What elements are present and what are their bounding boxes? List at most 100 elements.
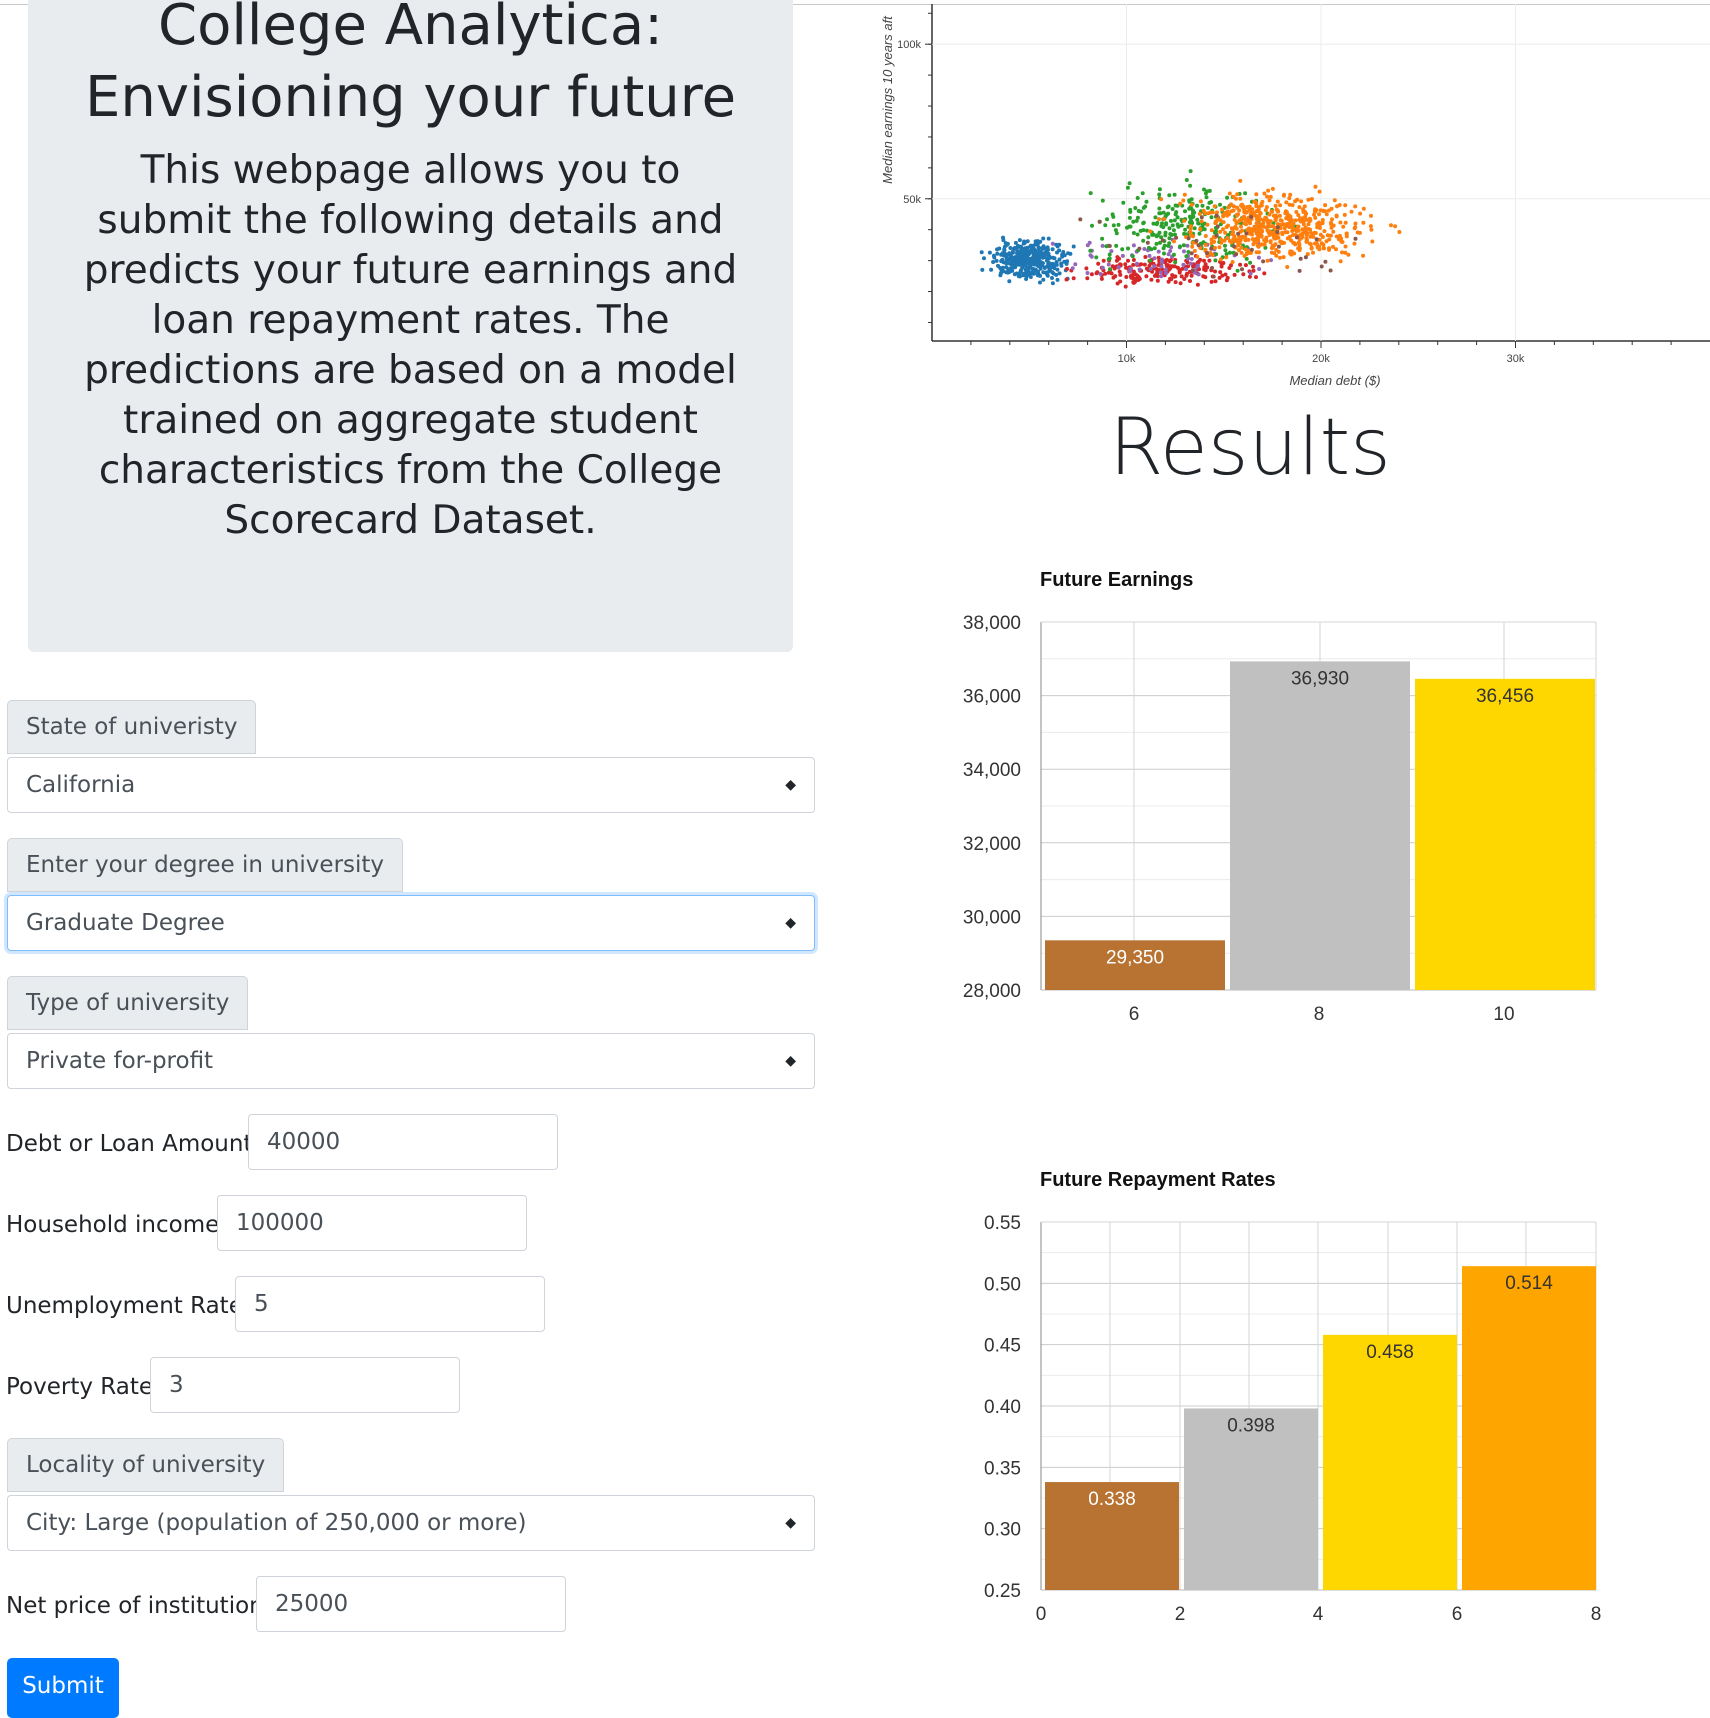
scatter-point <box>1040 255 1045 260</box>
scatter-point <box>1189 218 1194 223</box>
scatter-point <box>1018 254 1023 259</box>
scatter-point <box>1136 209 1141 213</box>
y-tick-label: 0.25 <box>984 1581 1021 1602</box>
scatter-point <box>1269 209 1274 214</box>
bar-value-label: 0.398 <box>1227 1415 1275 1436</box>
scatter-point <box>1338 259 1343 264</box>
scatter-point <box>1215 224 1220 229</box>
scatter-point <box>1224 225 1229 230</box>
scatter-point <box>1324 239 1329 244</box>
scatter-point <box>1190 244 1195 249</box>
scatter-point <box>1202 227 1207 232</box>
scatter-point <box>1244 210 1249 215</box>
scatter-point <box>1028 275 1033 279</box>
scatter-point <box>1205 205 1210 210</box>
scatter-point <box>1268 219 1273 224</box>
type-select[interactable]: Private for-profit ◆ <box>7 1033 815 1089</box>
scatter-point <box>1106 262 1111 267</box>
scatter-point <box>1013 245 1017 250</box>
scatter-point <box>1135 196 1140 200</box>
scatter-point <box>1257 267 1262 271</box>
scatter-point <box>1188 169 1193 174</box>
scatter-point <box>1276 235 1281 240</box>
scatter-point <box>1050 241 1055 246</box>
scatter-point <box>1202 258 1206 263</box>
scatter-point <box>1249 214 1254 219</box>
scatter-point <box>1195 263 1200 268</box>
income-input[interactable]: 100000 <box>217 1195 527 1251</box>
scatter-point <box>1199 219 1204 224</box>
scatter-point <box>1292 227 1297 232</box>
scatter-point <box>1259 234 1264 239</box>
results-heading: Results <box>1109 403 1391 493</box>
scatter-point <box>1211 274 1216 279</box>
scatter-point <box>1294 235 1299 240</box>
y-tick-label: 28,000 <box>963 981 1021 1002</box>
scatter-point <box>1228 250 1232 255</box>
scatter-point <box>1244 218 1249 223</box>
scatter-point <box>1328 268 1333 273</box>
scatter-point <box>1164 221 1169 226</box>
scatter-point <box>1266 188 1271 193</box>
scatter-point <box>1214 213 1219 218</box>
scatter-point <box>1055 267 1060 272</box>
scatter-point <box>1198 199 1203 204</box>
scatter-point <box>991 253 996 258</box>
scatter-point <box>1213 219 1218 224</box>
scatter-point <box>996 263 1000 268</box>
locality-select[interactable]: City: Large (population of 250,000 or mo… <box>7 1495 815 1551</box>
scatter-point <box>1209 215 1214 220</box>
unemployment-input[interactable]: 5 <box>235 1276 545 1332</box>
poverty-input[interactable]: 3 <box>150 1357 460 1413</box>
scatter-point <box>1209 279 1214 284</box>
scatter-point <box>1120 247 1125 252</box>
scatter-point <box>1236 231 1241 236</box>
scatter-point <box>1152 256 1157 261</box>
unemployment-label: Unemployment Rate <box>6 1293 243 1319</box>
scatter-point <box>1185 260 1190 265</box>
scatter-point <box>1197 231 1202 236</box>
scatter-point <box>1149 247 1154 252</box>
scatter-point <box>1059 263 1064 268</box>
scatter-point <box>1339 239 1344 244</box>
scatter-point <box>1317 189 1322 194</box>
scatter-point <box>1242 214 1246 219</box>
scatter-point <box>1044 258 1049 263</box>
scatter-point <box>1073 262 1078 267</box>
scatter-point <box>1352 241 1357 246</box>
scatter-point <box>1159 264 1164 269</box>
scatter-point <box>1071 276 1076 281</box>
scatter-point <box>1167 193 1172 198</box>
degree-select[interactable]: Graduate Degree ◆ <box>7 895 815 951</box>
scatter-point <box>1217 245 1222 250</box>
scatter-point <box>1323 209 1328 214</box>
scatter-point <box>1049 263 1054 268</box>
scatter-point <box>1012 272 1017 277</box>
scatter-x-tick-label: 20k <box>1312 353 1330 365</box>
submit-button[interactable]: Submit <box>7 1658 119 1718</box>
page-description: This webpage allows you to submit the fo… <box>83 148 738 543</box>
scatter-point <box>1126 246 1130 251</box>
x-tick-label: 4 <box>1313 1604 1324 1625</box>
scatter-point <box>1182 218 1187 223</box>
scatter-point <box>1223 230 1228 235</box>
scatter-point <box>1100 236 1105 241</box>
scatter-point <box>1195 203 1199 208</box>
scatter-point <box>1188 183 1193 188</box>
scatter-point <box>1225 195 1230 200</box>
scatter-point <box>1140 191 1145 196</box>
scatter-point <box>1159 274 1164 279</box>
scatter-point <box>1307 227 1311 232</box>
scatter-point <box>1234 213 1239 218</box>
debt-input[interactable]: 40000 <box>248 1114 558 1170</box>
scatter-point <box>1129 275 1134 280</box>
bar-value-label: 0.338 <box>1088 1489 1136 1510</box>
scatter-point <box>1317 247 1322 252</box>
bar-value-label: 0.458 <box>1366 1342 1414 1363</box>
scatter-point <box>1130 254 1135 259</box>
scatter-point <box>1223 248 1228 253</box>
state-select[interactable]: California ◆ <box>7 757 815 813</box>
net-price-input[interactable]: 25000 <box>256 1576 566 1632</box>
scatter-point <box>1322 229 1327 234</box>
scatter-point <box>1218 218 1223 223</box>
